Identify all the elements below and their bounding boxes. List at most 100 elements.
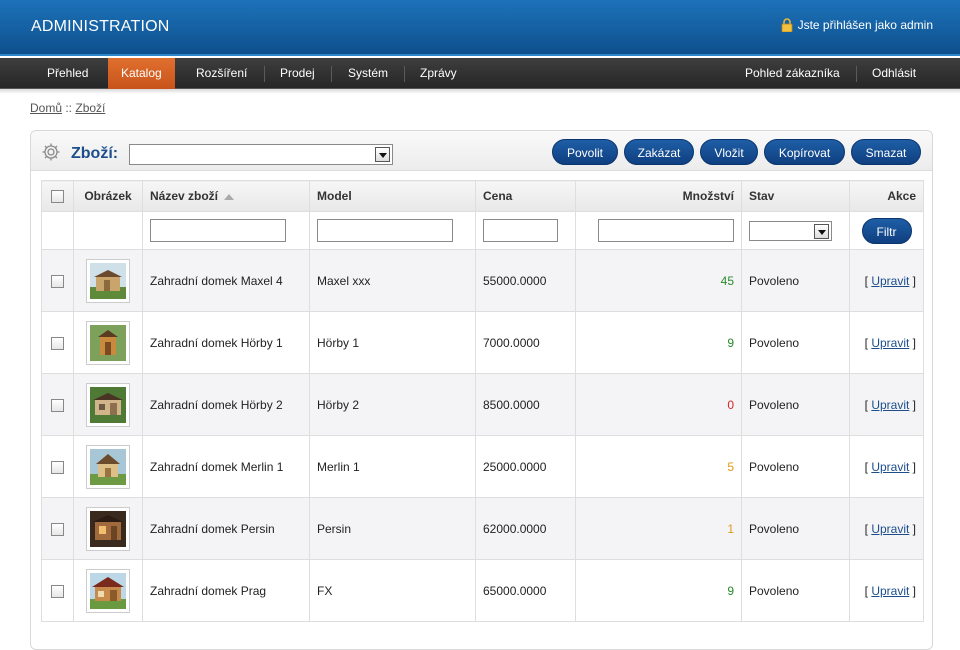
menu-item-system[interactable]: Systém [335, 58, 401, 89]
product-image [90, 448, 126, 485]
product-quantity: 9 [575, 559, 742, 622]
col-model-header[interactable]: Model [309, 180, 476, 212]
col-status-header[interactable]: Stav [741, 180, 850, 212]
menu-item-prodej[interactable]: Prodej [267, 58, 328, 89]
col-price-header[interactable]: Cena [475, 180, 576, 212]
quantity-filter-input[interactable] [598, 219, 734, 242]
edit-link[interactable]: Upravit [871, 522, 909, 536]
product-action-select[interactable] [129, 144, 393, 165]
edit-link[interactable]: Upravit [871, 584, 909, 598]
login-status: Jste přihlášen jako admin [781, 18, 933, 32]
row-checkbox[interactable] [51, 584, 64, 598]
filter-cell [73, 211, 143, 250]
row-checkbox[interactable] [51, 522, 64, 536]
menu-item-logout[interactable]: Odhlásit [859, 58, 929, 89]
chevron-down-icon [814, 223, 829, 239]
edit-link[interactable]: Upravit [871, 460, 909, 474]
product-image [90, 324, 126, 361]
price-filter-input[interactable] [483, 219, 558, 242]
product-model: Hörby 1 [309, 311, 476, 374]
row-checkbox[interactable] [51, 336, 64, 350]
menu-item-rozsireni[interactable]: Rozšíření [183, 58, 260, 89]
delete-button[interactable]: Smazat [851, 139, 921, 165]
edit-link[interactable]: Upravit [871, 398, 909, 412]
product-price: 55000.0000 [475, 249, 576, 312]
row-checkbox[interactable] [51, 398, 64, 412]
product-quantity: 45 [575, 249, 742, 312]
disable-button[interactable]: Zakázat [624, 139, 694, 165]
edit-link[interactable]: Upravit [871, 274, 909, 288]
product-thumbnail[interactable] [86, 258, 130, 303]
action-cell: [ Upravit ] [849, 559, 924, 622]
chevron-down-icon [375, 147, 390, 162]
product-name: Zahradní domek Merlin 1 [142, 435, 310, 498]
product-status: Povoleno [741, 559, 850, 622]
menu-separator [856, 66, 857, 82]
table-row: Zahradní domek Hörby 2 Hörby 2 8500.0000… [41, 373, 924, 436]
col-action-header: Akce [849, 180, 924, 212]
product-price: 8500.0000 [475, 373, 576, 436]
model-filter-input[interactable] [317, 219, 453, 242]
product-thumbnail[interactable] [86, 506, 130, 551]
product-image [90, 510, 126, 547]
product-model: Merlin 1 [309, 435, 476, 498]
col-image-header: Obrázek [73, 180, 143, 212]
menu-item-prehled[interactable]: Přehled [34, 58, 101, 89]
status-filter-select[interactable] [749, 220, 832, 241]
action-cell: [ Upravit ] [849, 373, 924, 436]
breadcrumb-home-link[interactable]: Domů [30, 101, 62, 115]
sort-asc-icon [224, 193, 235, 200]
product-name: Zahradní domek Hörby 2 [142, 373, 310, 436]
product-image-cell [73, 435, 143, 498]
select-all-checkbox[interactable] [51, 190, 64, 204]
panel-title: Zboží: [71, 145, 119, 162]
copy-button[interactable]: Kopírovat [764, 139, 845, 165]
col-name-header[interactable]: Název zboží [142, 180, 310, 212]
table-row: Zahradní domek Merlin 1 Merlin 1 25000.0… [41, 435, 924, 498]
menu-item-zpravy[interactable]: Zprávy [407, 58, 470, 89]
row-checkbox[interactable] [51, 460, 64, 474]
row-checkbox-cell [41, 497, 74, 560]
edit-link[interactable]: Upravit [871, 336, 909, 350]
product-thumbnail[interactable] [86, 568, 130, 613]
row-checkbox-cell [41, 249, 74, 312]
enable-button[interactable]: Povolit [552, 139, 618, 165]
gear-icon [42, 143, 60, 161]
product-image [90, 386, 126, 423]
product-image-cell [73, 311, 143, 374]
product-quantity: 9 [575, 311, 742, 374]
product-price: 25000.0000 [475, 435, 576, 498]
product-thumbnail[interactable] [86, 444, 130, 489]
menu-item-customer-view[interactable]: Pohled zákazníka [732, 58, 853, 89]
menu-item-katalog[interactable]: Katalog [108, 58, 175, 89]
product-name: Zahradní domek Persin [142, 497, 310, 560]
product-image-cell [73, 497, 143, 560]
table-row: Zahradní domek Maxel 4 Maxel xxx 55000.0… [41, 249, 924, 312]
product-thumbnail[interactable] [86, 382, 130, 427]
filter-cell [41, 211, 74, 250]
product-thumbnail[interactable] [86, 320, 130, 365]
filter-cell: Filtr [849, 211, 924, 250]
row-checkbox[interactable] [51, 274, 64, 288]
product-price: 62000.0000 [475, 497, 576, 560]
action-cell: [ Upravit ] [849, 311, 924, 374]
row-checkbox-cell [41, 559, 74, 622]
product-status: Povoleno [741, 373, 850, 436]
filter-button[interactable]: Filtr [861, 217, 912, 244]
col-quantity-header[interactable]: Množství [575, 180, 742, 212]
login-status-text: Jste přihlášen jako admin [797, 18, 933, 32]
product-status: Povoleno [741, 311, 850, 374]
col-name-label: Název zboží [150, 189, 219, 203]
breadcrumb-current-link[interactable]: Zboží [75, 101, 105, 115]
insert-button[interactable]: Vložit [700, 139, 758, 165]
product-status: Povoleno [741, 249, 850, 312]
menu-separator [331, 66, 332, 82]
name-filter-input[interactable] [150, 219, 286, 242]
product-model: FX [309, 559, 476, 622]
product-quantity: 5 [575, 435, 742, 498]
filter-cell [309, 211, 476, 250]
lock-icon [781, 18, 792, 32]
filter-cell [142, 211, 310, 250]
top-header: ADMINISTRATION Jste přihlášen jako admin [0, 0, 960, 56]
table-header-row: Obrázek Název zboží Model Cena Množství … [41, 180, 924, 212]
